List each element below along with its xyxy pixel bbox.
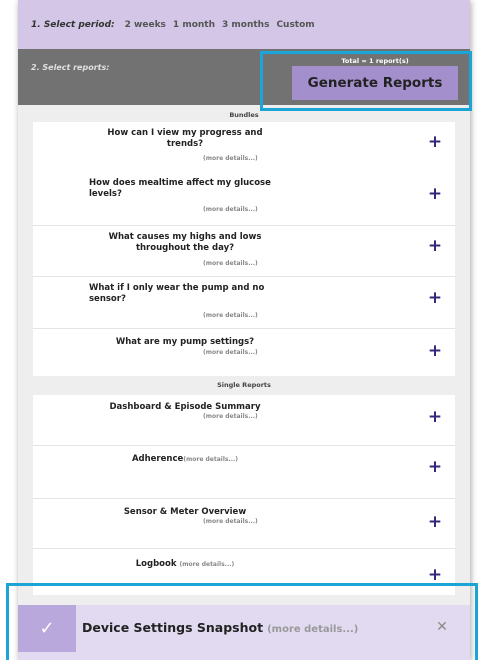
- bundle-item[interactable]: What if I only wear the pump and no sens…: [33, 277, 455, 329]
- bundle-title: What are my pump settings?: [115, 337, 255, 347]
- single-report-title-text: Logbook: [135, 559, 177, 569]
- more-details-link[interactable]: (more details...): [267, 624, 358, 635]
- bundles-card: How can I view my progress and trends? (…: [33, 122, 455, 376]
- single-report-item[interactable]: Dashboard & Episode Summary (more detail…: [33, 395, 455, 446]
- add-plus-icon[interactable]: +: [427, 514, 443, 531]
- more-details-link[interactable]: (more details...): [203, 206, 293, 213]
- add-plus-icon[interactable]: +: [427, 290, 443, 307]
- more-details-link[interactable]: (more details...): [203, 349, 293, 356]
- period-option-3-months[interactable]: 3 months: [222, 20, 269, 30]
- check-icon: ✓: [18, 605, 76, 652]
- bundle-item[interactable]: What causes my highs and lows throughout…: [33, 226, 455, 277]
- period-option-2-weeks[interactable]: 2 weeks: [125, 20, 166, 30]
- reports-bar: 2. Select reports: Total = 1 report(s) G…: [18, 49, 470, 105]
- reports-label: 2. Select reports:: [31, 63, 110, 72]
- more-details-link[interactable]: (more details...): [203, 518, 293, 525]
- single-report-title: Sensor & Meter Overview: [123, 507, 247, 517]
- single-report-title: Logbook (more details...): [89, 559, 281, 571]
- single-report-title: Dashboard & Episode Summary: [109, 402, 261, 412]
- bundles-heading: Bundles: [229, 111, 259, 119]
- period-bar: 1. Select period: 2 weeks 1 month 3 mont…: [18, 0, 470, 49]
- single-reports-card: Dashboard & Episode Summary (more detail…: [33, 395, 455, 595]
- close-icon[interactable]: ✕: [432, 617, 452, 637]
- period-option-custom[interactable]: Custom: [276, 20, 314, 30]
- report-selector-panel: 1. Select period: 2 weeks 1 month 3 mont…: [18, 0, 470, 660]
- single-report-title-text: Adherence: [131, 454, 184, 464]
- more-details-link[interactable]: (more details...): [179, 561, 234, 568]
- add-plus-icon[interactable]: +: [427, 134, 443, 151]
- bundle-title: How can I view my progress and trends?: [107, 128, 263, 149]
- report-list: Bundles How can I view my progress and t…: [18, 105, 470, 660]
- more-details-link[interactable]: (more details...): [183, 456, 238, 463]
- add-plus-icon[interactable]: +: [427, 409, 443, 426]
- add-plus-icon[interactable]: +: [427, 238, 443, 255]
- period-option-1-month[interactable]: 1 month: [173, 20, 215, 30]
- bundle-title: What causes my highs and lows throughout…: [108, 232, 262, 253]
- single-report-item[interactable]: Logbook (more details...) +: [33, 549, 455, 595]
- period-label: 1. Select period:: [31, 19, 115, 30]
- more-details-link[interactable]: (more details...): [203, 312, 293, 319]
- add-plus-icon[interactable]: +: [427, 186, 443, 203]
- add-plus-icon[interactable]: +: [427, 567, 443, 584]
- bundle-title: How does mealtime affect my glucose leve…: [89, 178, 271, 199]
- single-reports-heading: Single Reports: [217, 381, 271, 389]
- more-details-link[interactable]: (more details...): [203, 155, 293, 162]
- total-reports-count: Total = 1 report(s): [341, 57, 409, 65]
- single-report-item[interactable]: Sensor & Meter Overview (more details...…: [33, 499, 455, 549]
- selected-report-bar: ✓ Device Settings Snapshot (more details.…: [18, 605, 470, 660]
- generate-reports-button[interactable]: Generate Reports: [292, 66, 458, 100]
- bundle-item[interactable]: How can I view my progress and trends? (…: [33, 122, 455, 226]
- add-plus-icon[interactable]: +: [427, 343, 443, 360]
- selected-report-label: Device Settings Snapshot (more details...…: [82, 620, 358, 635]
- bundle-item[interactable]: What are my pump settings? (more details…: [33, 329, 455, 376]
- add-plus-icon[interactable]: +: [427, 459, 443, 476]
- more-details-link[interactable]: (more details...): [203, 260, 293, 267]
- bundle-title: What if I only wear the pump and no sens…: [89, 283, 265, 304]
- more-details-link[interactable]: (more details...): [203, 413, 293, 420]
- selected-report-title: Device Settings Snapshot: [82, 620, 264, 635]
- single-report-title: Adherence(more details...): [89, 454, 281, 466]
- single-report-item[interactable]: Adherence(more details...) +: [33, 446, 455, 499]
